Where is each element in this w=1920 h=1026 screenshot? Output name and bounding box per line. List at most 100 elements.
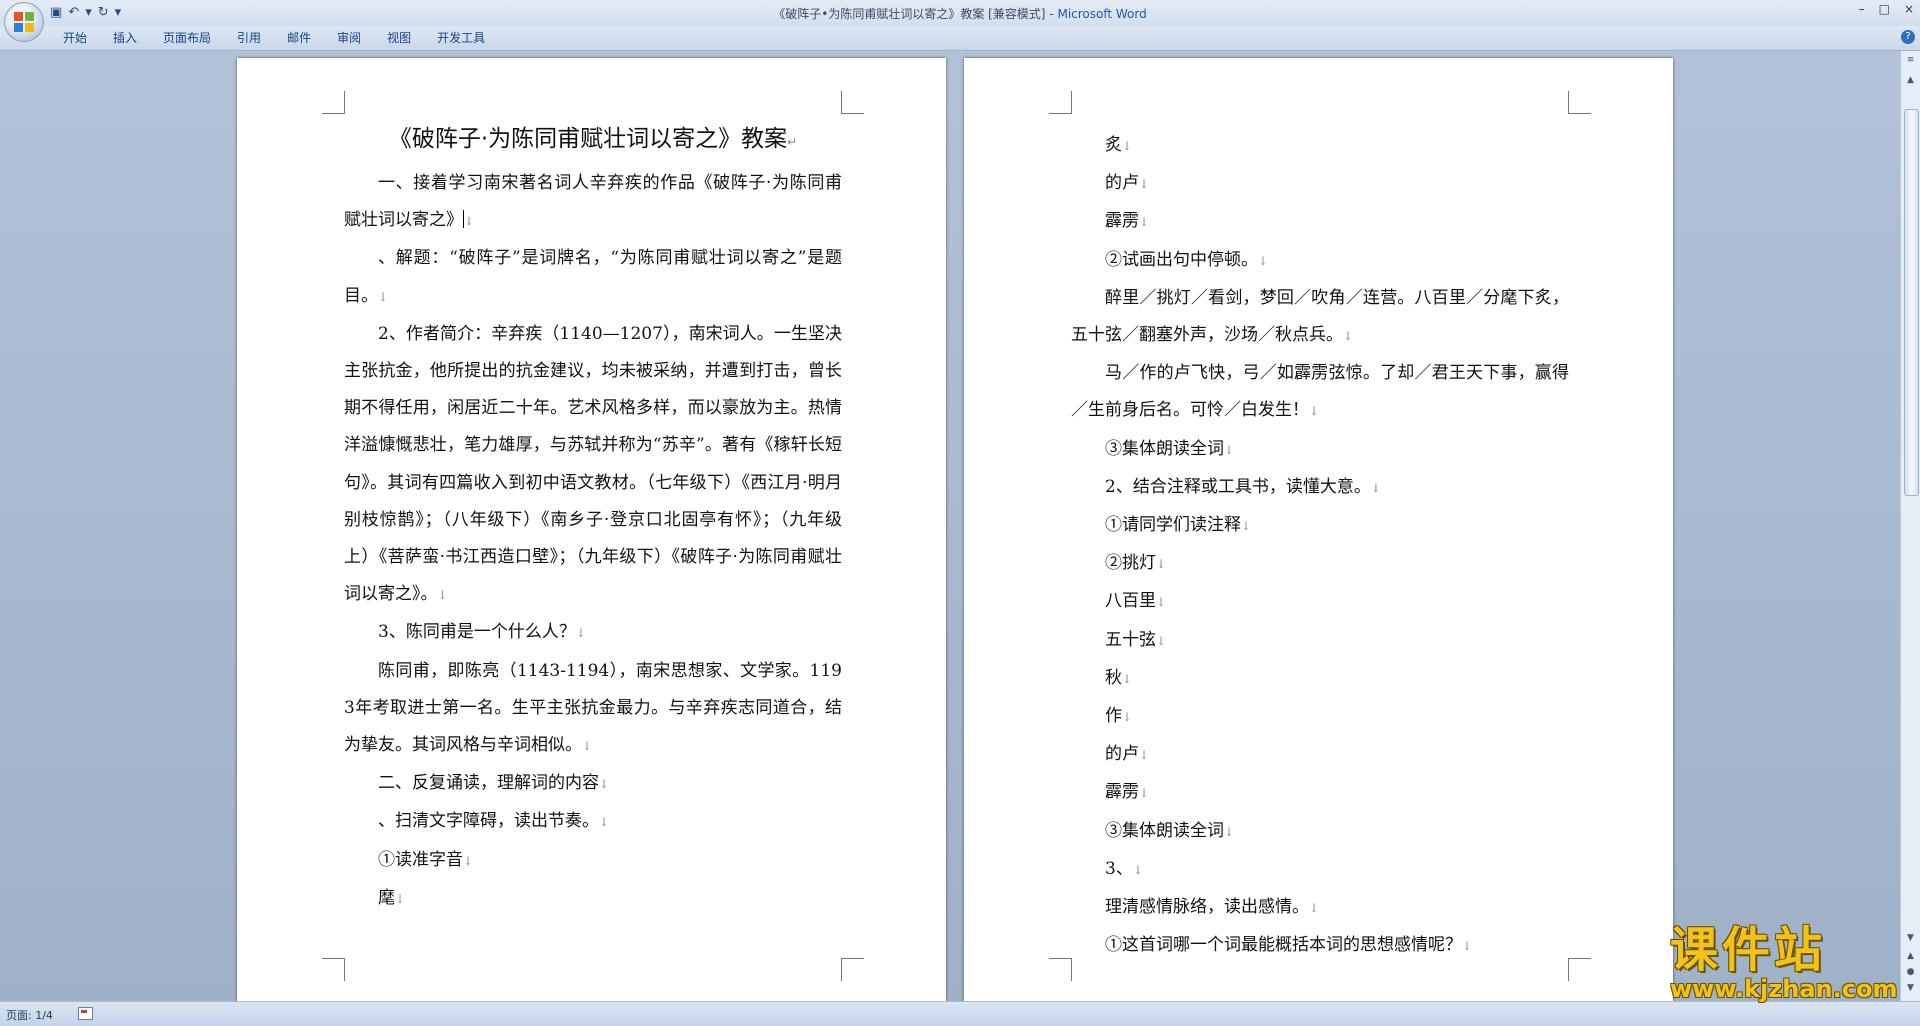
tab-5[interactable]: 审阅 — [324, 30, 374, 46]
paragraph: ①请同学们读注释↓ — [1105, 515, 1252, 536]
paragraph: 麾↓ — [378, 887, 406, 908]
crop-mark — [322, 91, 345, 114]
document-page-2: 炙↓ 的卢↓ 霹雳↓ ②试画出句中停顿。↓ 醉里／挑灯／看剑，梦回／吹角／连营。八百里／… — [964, 58, 1673, 1001]
previous-page-button[interactable]: ▲ — [1903, 949, 1918, 964]
tab-3[interactable]: 引用 — [224, 30, 274, 46]
tab-4[interactable]: 邮件 — [274, 30, 324, 46]
scroll-up-button[interactable]: ▲ — [1903, 73, 1918, 88]
scroll-thumb[interactable] — [1904, 109, 1919, 496]
crop-mark — [1568, 91, 1591, 114]
paragraph: ②试画出句中停顿。↓ — [1105, 249, 1269, 270]
macro-recording-icon[interactable] — [78, 1007, 93, 1020]
paragraph: 、扫清文字障碍，读出节奏。↓ — [378, 811, 610, 832]
paragraph: 3、陈同甫是一个什么人？↓ — [378, 622, 586, 643]
close-button[interactable]: × — [1904, 2, 1914, 16]
paragraph-mark: ↓ — [1139, 786, 1150, 801]
paragraph-mark: ↓ — [1309, 901, 1320, 916]
paragraph-mark: ↓ — [463, 853, 474, 868]
paragraph: 二、反复诵读，理解词的内容↓ — [378, 773, 610, 794]
status-bar: 页面: 1/4 — [0, 1001, 1920, 1026]
paragraph-mark: ↓ — [1343, 329, 1354, 344]
minimize-button[interactable]: – — [1859, 2, 1865, 16]
paragraph-mark: ↓ — [575, 626, 586, 641]
document-page-1: 《破阵子·为陈同甫赋壮词以寄之》教案↵ 一、接着学习南宋著名词人辛弃疾的作品《破… — [237, 58, 946, 1001]
paragraph: 马／作的卢飞快，弓／如霹雳弦惊。了却／君王天下事，赢得／生前身后名。可怜／白发生… — [1071, 363, 1569, 421]
watermark-url: www.kjzhan.com — [1670, 975, 1898, 1003]
title-separator: - — [1045, 7, 1058, 21]
paragraph: 的卢↓ — [1105, 744, 1150, 765]
document-workspace: 《破阵子·为陈同甫赋壮词以寄之》教案↵ 一、接着学习南宋著名词人辛弃疾的作品《破… — [0, 51, 1900, 1001]
site-watermark: 课件站 www.kjzhan.com — [1670, 924, 1898, 1004]
paragraph: 理清感情脉络，读出感情。↓ — [1105, 897, 1320, 918]
paragraph: 霹雳↓ — [1105, 782, 1150, 803]
paragraph: ②挑灯↓ — [1105, 553, 1167, 574]
crop-mark — [322, 958, 345, 981]
window-title: 《破阵子•为陈同甫赋壮词以寄之》教案 [兼容模式] - Microsoft Wo… — [0, 5, 1920, 22]
paragraph-mark: ↓ — [1309, 404, 1320, 419]
crop-mark — [841, 91, 864, 114]
paragraph-mark: ↓ — [1122, 139, 1133, 153]
paragraph-mark: ↓ — [395, 891, 406, 906]
paragraph-mark: ↓ — [1132, 862, 1143, 877]
crop-mark — [841, 958, 864, 981]
tab-7[interactable]: 开发工具 — [424, 30, 498, 46]
tab-2[interactable]: 页面布局 — [150, 30, 224, 46]
paragraph-mark: ↓ — [1156, 595, 1167, 610]
paragraph-mark: ↓ — [1122, 671, 1133, 686]
paragraph: 八百里↓ — [1105, 591, 1167, 612]
document-title: 《破阵子·为陈同甫赋壮词以寄之》教案↵ — [388, 126, 798, 152]
page-2-body: 炙↓ 的卢↓ 霹雳↓ ②试画出句中停顿。↓ 醉里／挑灯／看剑，梦回／吹角／连营。八百里／… — [1071, 127, 1569, 965]
ruler-toggle-icon[interactable]: ≡ — [1903, 53, 1918, 68]
tab-0[interactable]: 开始 — [50, 30, 100, 46]
tab-1[interactable]: 插入 — [100, 30, 150, 46]
maximize-button[interactable]: □ — [1879, 2, 1890, 16]
paragraph-mark: ↓ — [1156, 633, 1167, 648]
scroll-down-button[interactable]: ▼ — [1903, 931, 1918, 946]
paragraph-mark: ↓ — [582, 739, 593, 754]
paragraph-mark: ↓ — [1258, 253, 1269, 268]
paragraph: 醉里／挑灯／看剑，梦回／吹角／连营。八百里／分麾下炙，五十弦／翻塞外声，沙场／秋… — [1071, 287, 1569, 346]
paragraph-mark: ↓ — [1139, 215, 1150, 230]
paragraph: ①这首词哪一个词最能概括本词的思想感情呢？↓ — [1105, 935, 1473, 956]
paragraph: 一、接着学习南宋著名词人辛弃疾的作品《破阵子·为陈同甫赋壮词以寄之》↓ — [344, 173, 842, 231]
tab-list: 开始 插入 页面布局 引用 邮件 审阅 视图 开发工具 — [50, 30, 498, 46]
paragraph: 、解题：“破阵子”是词牌名，“为陈同甫赋壮词以寄之”是题目。↓ — [344, 248, 842, 306]
paragraph-mark: ↓ — [1122, 710, 1133, 725]
paragraph-mark: ↓ — [1156, 557, 1167, 572]
next-page-button[interactable]: ▼ — [1903, 981, 1918, 996]
crop-mark — [1049, 91, 1072, 114]
select-browse-object-button[interactable]: ● — [1903, 965, 1918, 980]
paragraph: 2、作者简介：辛弃疾（1140—1207），南宋词人。一生坚决主张抗金，他所提出… — [344, 323, 842, 605]
paragraph-mark: ↓ — [1139, 748, 1150, 763]
paragraph-mark: ↓ — [599, 777, 610, 792]
page-1-body: 一、接着学习南宋著名词人辛弃疾的作品《破阵子·为陈同甫赋壮词以寄之》↓ 、解题：“… — [344, 165, 842, 918]
paragraph: 霹雳↓ — [1105, 211, 1150, 232]
page-2-content[interactable]: 炙↓ 的卢↓ 霹雳↓ ②试画出句中停顿。↓ 醉里／挑灯／看剑，梦回／吹角／连营。八百里／… — [1071, 127, 1569, 965]
page-1-content[interactable]: 《破阵子·为陈同甫赋壮词以寄之》教案↵ 一、接着学习南宋著名词人辛弃疾的作品《破… — [344, 122, 842, 918]
paragraph: ③集体朗读全词↓ — [1105, 820, 1235, 841]
document-name: 《破阵子•为陈同甫赋壮词以寄之》教案 [兼容模式] — [773, 7, 1046, 21]
paragraph: 炙↓ — [1105, 135, 1133, 155]
page-count[interactable]: 页面: 1/4 — [6, 1007, 53, 1023]
paragraph: 2、结合注释或工具书，读懂大意。↓ — [1105, 476, 1381, 497]
paragraph-mark: ↓ — [464, 214, 475, 229]
office-button[interactable] — [4, 2, 44, 42]
paragraph: ③集体朗读全词↓ — [1105, 438, 1235, 459]
paragraph: 陈同甫，即陈亮（1143-1194），南宋思想家、文学家。1193年考取进士第一… — [344, 660, 842, 756]
paragraph-mark: ↓ — [1139, 177, 1150, 192]
help-icon[interactable]: ? — [1901, 30, 1915, 44]
paragraph: 秋↓ — [1105, 667, 1133, 688]
title-bar: ▣ ↶ ▾ ↻ ▾ 《破阵子•为陈同甫赋壮词以寄之》教案 [兼容模式] - Mi… — [0, 0, 1920, 27]
window-controls: – □ × — [1859, 2, 1914, 16]
paragraph: 的卢↓ — [1105, 173, 1150, 194]
paragraph-mark: ↓ — [1224, 442, 1235, 457]
paragraph: ①读准字音↓ — [378, 849, 474, 870]
watermark-text: 课件站 — [1670, 922, 1827, 978]
paragraph-mark: ↓ — [1224, 824, 1235, 839]
tab-6[interactable]: 视图 — [374, 30, 424, 46]
paragraph-mark: ↓ — [1241, 519, 1252, 534]
paragraph-mark: ↓ — [599, 815, 610, 830]
vertical-scrollbar[interactable]: ≡ ▲ ▼ ▲ ● ▼ — [1900, 51, 1920, 1001]
crop-mark — [1568, 958, 1591, 981]
office-logo-icon — [14, 12, 34, 32]
